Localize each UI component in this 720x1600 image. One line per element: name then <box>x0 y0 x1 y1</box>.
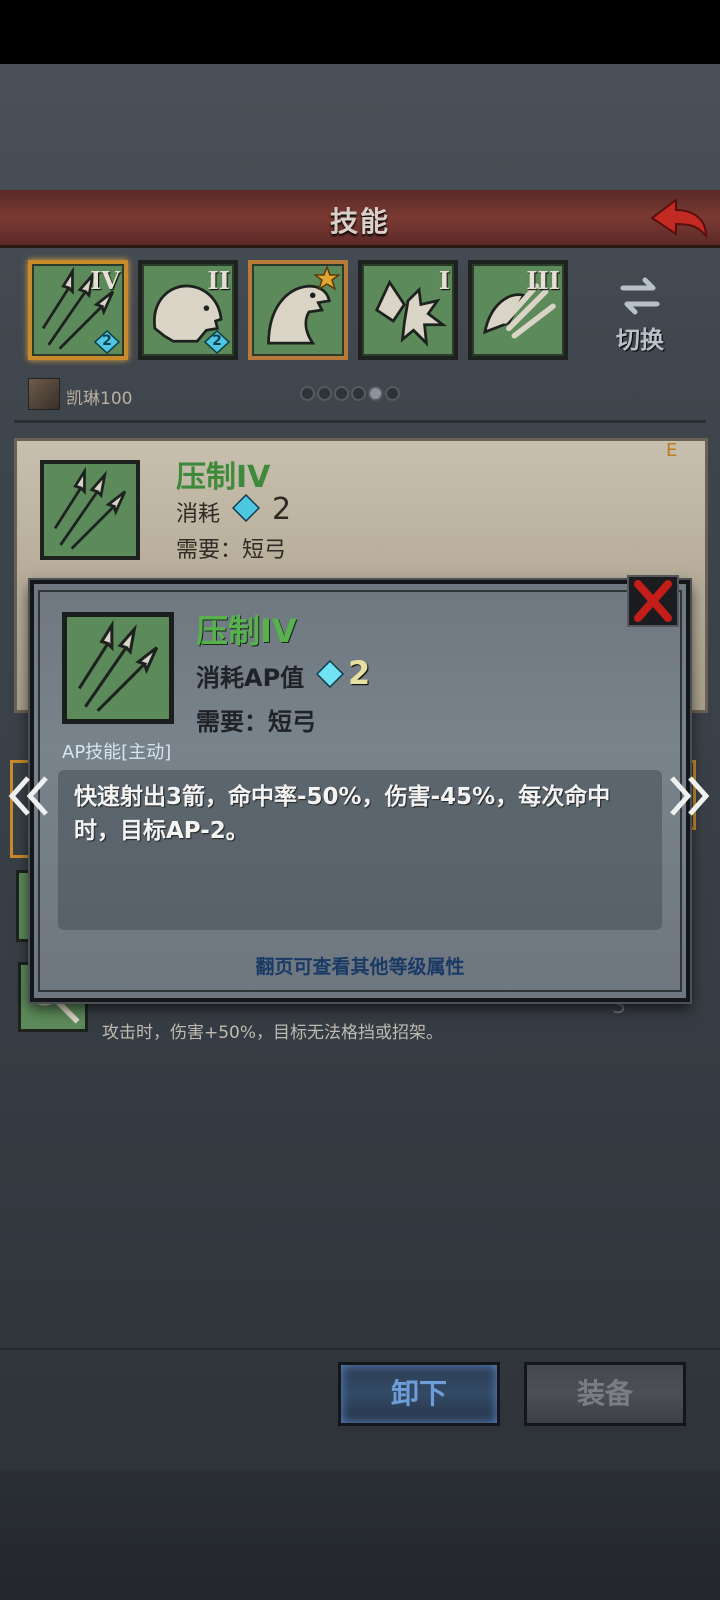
card-requirement: 需要：短弓 <box>176 538 287 563</box>
page-dot <box>385 386 400 401</box>
ap-cost-badge: 2 <box>102 333 112 349</box>
close-icon <box>627 575 679 627</box>
card-cost-label: 消耗 <box>176 502 221 527</box>
skill-rank: IV <box>90 266 120 295</box>
previous-page-button[interactable] <box>6 772 54 820</box>
card-skill-icon <box>40 460 140 560</box>
ap-gem-icon <box>315 659 345 689</box>
hero-name: 凯琳100 <box>66 389 133 409</box>
page-dot <box>300 386 315 401</box>
hero-avatar[interactable] <box>28 378 60 410</box>
card-corner-label: E <box>666 440 678 461</box>
double-chevron-left-icon <box>8 776 48 816</box>
skill-slot-1[interactable]: IV 2 <box>28 260 128 360</box>
skill-rank: II <box>207 266 230 295</box>
skill-slot-4[interactable]: I <box>358 260 458 360</box>
ap-gem-icon: 2 <box>94 330 120 354</box>
ap-gem-icon <box>231 493 261 523</box>
star-icon <box>314 266 340 290</box>
skill-slot-2[interactable]: II 2 <box>138 260 238 360</box>
ap-gem-icon: 2 <box>204 330 230 354</box>
page-dot-active <box>368 386 383 401</box>
back-arrow-icon[interactable] <box>648 196 710 242</box>
skill-rank: I <box>438 266 450 295</box>
page-dot <box>351 386 366 401</box>
card-title: 压制IV <box>176 460 271 495</box>
swap-arrows-icon <box>620 277 660 315</box>
arrows-icon <box>77 619 159 712</box>
page-dot <box>317 386 332 401</box>
divider <box>14 420 706 423</box>
popup-cost-label: 消耗AP值 <box>196 664 305 692</box>
bottom-shade <box>0 1470 720 1600</box>
switch-button[interactable]: 切换 <box>600 276 680 354</box>
skill-rank: III <box>526 266 560 295</box>
popup-skill-icon <box>62 612 174 724</box>
page-hint: 翻页可查看其他等级属性 <box>255 956 465 978</box>
popup-requirement: 需要：短弓 <box>196 708 316 736</box>
page-indicator <box>300 386 402 405</box>
skill-slot-5[interactable]: III <box>468 260 568 360</box>
page-dot <box>334 386 349 401</box>
next-page-button[interactable] <box>664 772 712 820</box>
list-item-description: 攻击时，伤害+50%，目标无法格挡或招架。 <box>102 1023 444 1043</box>
popup-cost-value: 2 <box>348 654 371 692</box>
card-cost-value: 2 <box>272 492 292 527</box>
page-title: 技能 <box>329 205 390 238</box>
bottom-divider <box>0 1348 720 1350</box>
popup-title: 压制IV <box>196 612 297 650</box>
close-button[interactable] <box>626 574 680 628</box>
double-chevron-right-icon <box>670 776 710 816</box>
equip-button[interactable]: 装备 <box>524 1362 686 1426</box>
popup-skill-type: AP技能[主动] <box>62 742 172 763</box>
popup-description: 快速射出3箭，命中率-50%，伤害-45%，每次命中时，目标AP-2。 <box>74 784 611 844</box>
unequip-button[interactable]: 卸下 <box>338 1362 500 1426</box>
ap-cost-badge: 2 <box>212 333 222 349</box>
switch-label: 切换 <box>616 326 664 354</box>
skill-slot-3[interactable] <box>248 260 348 360</box>
